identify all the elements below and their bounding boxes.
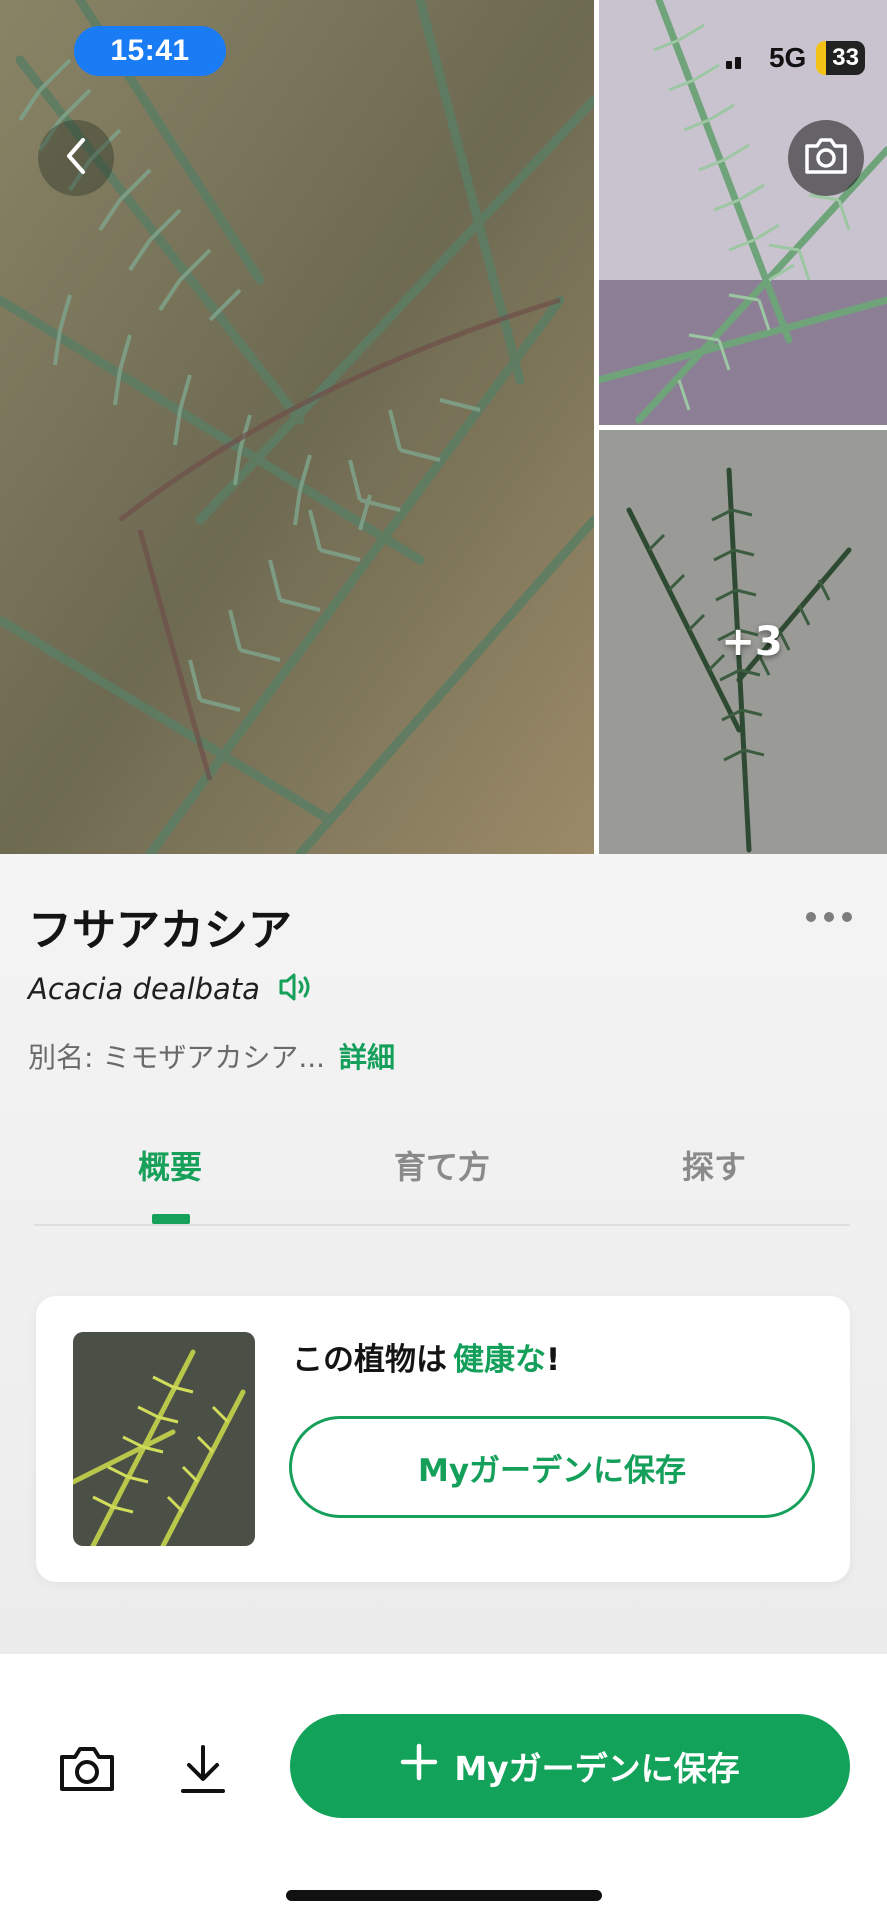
alias-row: 別名: ミモザアカシア... 詳細 bbox=[28, 1036, 395, 1076]
health-card: この植物は 健康な! Myガーデンに保存 bbox=[36, 1296, 850, 1582]
speaker-icon[interactable] bbox=[278, 972, 314, 1006]
status-time: 15:41 bbox=[74, 26, 226, 76]
plus-icon bbox=[400, 1743, 438, 1789]
tab-care[interactable]: 育て方 bbox=[306, 1124, 578, 1224]
tab-bar: 概要 育て方 探す bbox=[34, 1124, 850, 1226]
camera-icon bbox=[58, 1745, 116, 1797]
camera-icon bbox=[803, 136, 849, 180]
scientific-name-row: Acacia dealbata bbox=[28, 972, 314, 1006]
plant-info-section: フサアカシア Acacia dealbata 別名: ミモザアカシア... 詳細… bbox=[0, 854, 887, 1654]
plant-common-name: フサアカシア bbox=[28, 905, 292, 956]
back-button[interactable] bbox=[38, 120, 114, 196]
save-to-garden-outline-button[interactable]: Myガーデンに保存 bbox=[289, 1416, 815, 1518]
download-icon bbox=[179, 1743, 227, 1799]
tertiary-plant-photo[interactable]: +3 bbox=[599, 430, 887, 854]
more-dots-icon bbox=[806, 912, 816, 922]
add-photo-button[interactable] bbox=[788, 120, 864, 196]
photo-gallery: +3 bbox=[0, 0, 887, 854]
plant-alias: 別名: ミモザアカシア... bbox=[28, 1041, 326, 1074]
more-options-button[interactable] bbox=[800, 906, 858, 928]
back-chevron-icon bbox=[61, 136, 91, 180]
tab-overview[interactable]: 概要 bbox=[34, 1124, 306, 1224]
download-button[interactable] bbox=[168, 1736, 238, 1806]
health-status: この植物は 健康な! bbox=[292, 1334, 560, 1379]
network-label: 5G bbox=[768, 42, 807, 73]
tab-find[interactable]: 探す bbox=[578, 1124, 850, 1224]
active-tab-indicator bbox=[152, 1214, 190, 1224]
more-photos-count[interactable]: +3 bbox=[599, 430, 887, 854]
health-thumbnail bbox=[73, 1332, 255, 1546]
home-indicator bbox=[286, 1890, 602, 1901]
bottom-action-bar: Myガーデンに保存 bbox=[0, 1670, 887, 1920]
plant-scientific-name: Acacia dealbata bbox=[28, 972, 260, 1006]
battery-icon: 33 bbox=[816, 41, 865, 75]
detail-link[interactable]: 詳細 bbox=[339, 1036, 395, 1076]
signal-icon bbox=[725, 47, 759, 69]
status-indicators: 5G 33 bbox=[725, 38, 865, 78]
health-status-word: 健康な bbox=[453, 1342, 546, 1378]
save-to-garden-button[interactable]: Myガーデンに保存 bbox=[290, 1714, 850, 1818]
save-to-garden-label: Myガーデンに保存 bbox=[454, 1749, 740, 1788]
camera-button[interactable] bbox=[52, 1736, 122, 1806]
